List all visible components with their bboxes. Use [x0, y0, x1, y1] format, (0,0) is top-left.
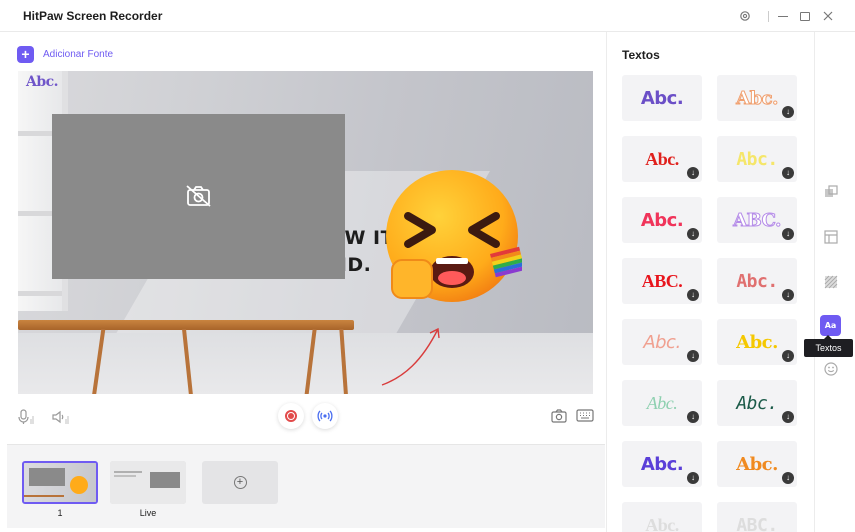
- emoji-sticker[interactable]: [374, 168, 522, 308]
- download-icon[interactable]: ↓: [687, 350, 699, 362]
- minimize-icon[interactable]: [775, 8, 791, 24]
- tool-sidebar: Aa: [814, 32, 855, 532]
- text-style-tile[interactable]: Abc. ↓: [622, 136, 702, 182]
- text-style-sample: Abc.: [640, 453, 684, 475]
- text-style-tile[interactable]: Abc. ↓: [622, 380, 702, 426]
- pattern-icon[interactable]: [824, 275, 838, 289]
- keyboard-icon[interactable]: [576, 409, 594, 422]
- text-style-sample: Abc.: [736, 87, 779, 109]
- live-stream-button[interactable]: [312, 403, 338, 429]
- close-icon[interactable]: [820, 8, 836, 24]
- scene-thumbnail-live[interactable]: [110, 461, 186, 504]
- text-style-tile[interactable]: Abc. ↓: [717, 441, 797, 487]
- text-styles-panel: Textos Abc. Abc. ↓ Abc. ↓ Abc. ↓ Abc. ↓ ABC. ↓ ABC.…: [606, 32, 814, 532]
- text-style-sample: Abc.: [736, 392, 778, 414]
- scene-label: Live: [139, 508, 157, 518]
- text-style-sample: Abc.: [645, 514, 679, 532]
- title-bar: HitPaw Screen Recorder: [0, 0, 855, 32]
- download-icon[interactable]: ↓: [782, 350, 794, 362]
- text-style-sample: Abc.: [736, 148, 778, 170]
- layout-icon[interactable]: [824, 230, 838, 244]
- emoji-icon[interactable]: [824, 362, 838, 376]
- text-style-sample: Abc.: [736, 453, 778, 475]
- text-style-tile[interactable]: Abc. ↓: [622, 319, 702, 365]
- scene-label: 1: [57, 508, 63, 518]
- text-style-sample: ABC.: [733, 209, 782, 231]
- text-style-tile[interactable]: Abc. ↓: [717, 136, 797, 182]
- download-icon[interactable]: ↓: [782, 106, 794, 118]
- text-style-tile[interactable]: ABC.↓: [717, 502, 797, 532]
- sidebar-tooltip: Textos: [804, 335, 853, 357]
- download-icon[interactable]: ↓: [782, 228, 794, 240]
- microphone-icon[interactable]: [17, 409, 35, 425]
- camera-off-icon: [186, 185, 211, 207]
- text-style-sample: ABC.: [736, 514, 778, 532]
- text-tool-icon[interactable]: Aa: [820, 315, 841, 336]
- text-style-tile[interactable]: Abc.↓: [622, 197, 702, 243]
- text-overlay[interactable]: Abc.: [26, 74, 59, 90]
- add-source-label: Adicionar Fonte: [43, 49, 114, 60]
- download-icon[interactable]: ↓: [687, 472, 699, 484]
- text-style-tile[interactable]: Abc.↓: [622, 441, 702, 487]
- arrow-sticker: [381, 327, 440, 386]
- add-scene-button[interactable]: +: [202, 461, 278, 504]
- download-icon[interactable]: ↓: [687, 289, 699, 301]
- text-style-sample: Abc.: [736, 331, 778, 353]
- text-style-tile[interactable]: Abc. ↓: [717, 258, 797, 304]
- download-icon[interactable]: ↓: [782, 411, 794, 423]
- control-bar: [7, 395, 605, 441]
- text-style-tile[interactable]: Abc.↓: [622, 502, 702, 532]
- text-style-sample: Abc.: [643, 331, 681, 353]
- text-style-tile[interactable]: Abc. ↓: [717, 380, 797, 426]
- text-style-sample: Abc.: [640, 209, 684, 231]
- main-area: + Adicionar Fonte EW IT, ND. Abc.: [7, 32, 605, 444]
- text-style-tile[interactable]: ABC.↓: [717, 197, 797, 243]
- add-circle-icon: +: [233, 476, 247, 489]
- camera-source[interactable]: [52, 114, 345, 279]
- maximize-icon[interactable]: [797, 8, 813, 24]
- settings-icon[interactable]: [737, 8, 753, 24]
- add-source-button[interactable]: + Adicionar Fonte: [17, 46, 113, 63]
- download-icon[interactable]: ↓: [782, 289, 794, 301]
- text-style-sample: ABC.: [641, 270, 683, 291]
- download-icon[interactable]: ↓: [782, 472, 794, 484]
- text-style-sample: Abc.: [640, 87, 684, 109]
- download-icon[interactable]: ↓: [687, 228, 699, 240]
- panel-title: Textos: [622, 48, 660, 62]
- preview-canvas[interactable]: EW IT, ND. Abc.: [18, 71, 593, 394]
- download-icon[interactable]: ↓: [687, 167, 699, 179]
- text-style-tile[interactable]: Abc. ↓: [717, 319, 797, 365]
- text-style-tile[interactable]: Abc.↓: [717, 75, 797, 121]
- download-icon[interactable]: ↓: [782, 167, 794, 179]
- scene-thumbnail-1[interactable]: [22, 461, 98, 504]
- text-style-sample: Abc.: [646, 392, 678, 413]
- text-style-sample: Abc.: [736, 270, 778, 292]
- speaker-icon[interactable]: [51, 409, 71, 425]
- text-style-tile[interactable]: ABC. ↓: [622, 258, 702, 304]
- plus-icon: +: [17, 46, 34, 63]
- app-title: HitPaw Screen Recorder: [23, 9, 163, 23]
- text-style-sample: Abc.: [645, 148, 679, 169]
- record-button[interactable]: [278, 403, 304, 429]
- record-icon: [285, 410, 297, 422]
- divider: [760, 8, 776, 24]
- text-style-tile[interactable]: Abc.: [622, 75, 702, 121]
- download-icon[interactable]: ↓: [687, 411, 699, 423]
- layers-icon[interactable]: [824, 185, 838, 199]
- broadcast-icon: [317, 410, 333, 422]
- scenes-strip: 1 Live +: [7, 444, 605, 528]
- screenshot-camera-icon[interactable]: [551, 409, 567, 423]
